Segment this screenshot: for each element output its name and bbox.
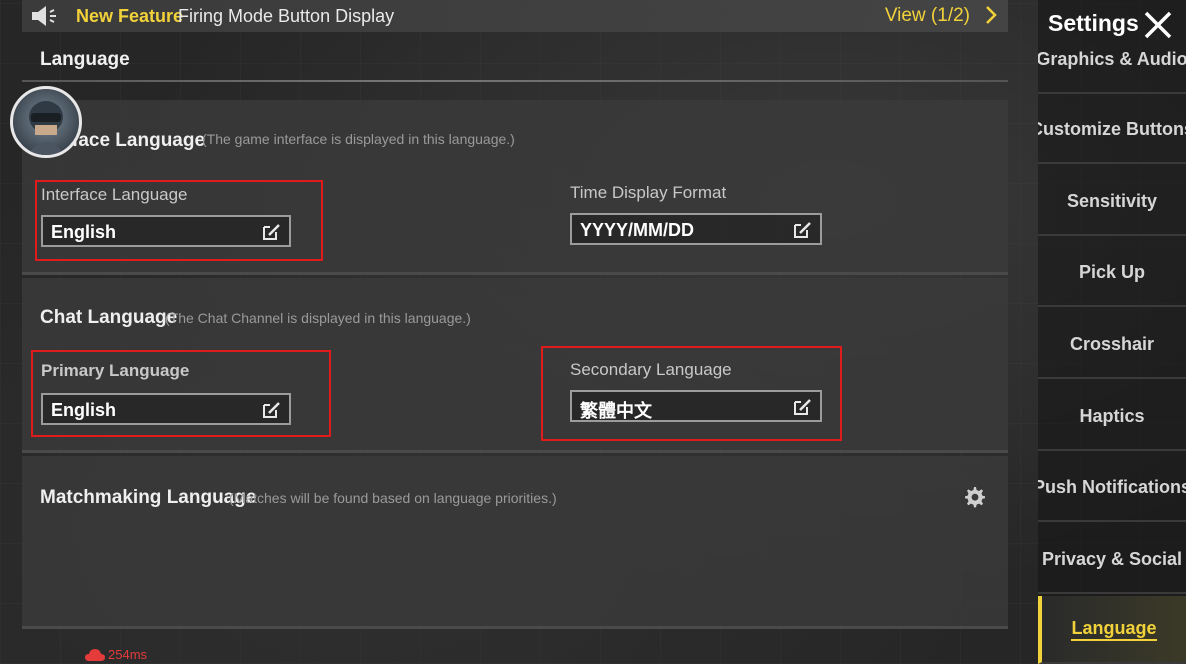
time-format-label: Time Display Format	[570, 183, 727, 202]
ping-value: 254ms	[108, 647, 148, 662]
gear-icon[interactable]	[962, 485, 986, 509]
sidebar-item-pick-up[interactable]: Pick Up	[1038, 239, 1186, 307]
feature-banner[interactable]: New Feature Firing Mode Button Display V…	[22, 0, 1008, 32]
view-link[interactable]: View (1/2)	[885, 5, 970, 27]
page-title: Language	[40, 49, 130, 70]
sidebar-item-label: Pick Up	[1078, 261, 1146, 282]
sidebar-item-label: Haptics	[1079, 405, 1145, 426]
matchmaking-language-section	[22, 456, 1008, 626]
sidebar-item-language[interactable]: Language	[1038, 596, 1186, 664]
chat-section-hint: (The Chat Channel is displayed in this l…	[165, 310, 471, 326]
section-divider	[22, 626, 1008, 629]
edit-icon[interactable]	[792, 220, 812, 240]
sidebar-item-label: Sensitivity	[1066, 190, 1158, 211]
sidebar-item-privacy-social[interactable]: Privacy & Social	[1038, 526, 1186, 594]
sidebar-item-label: Crosshair	[1069, 333, 1155, 354]
sidebar-item-graphics-audio[interactable]: Graphics & Audio	[1038, 26, 1186, 94]
avatar[interactable]	[10, 86, 82, 158]
matchmaking-section-hint: (Matches will be found based on language…	[229, 490, 557, 506]
highlight-box-secondary	[541, 346, 842, 441]
speaker-icon	[32, 6, 56, 26]
feature-text: Firing Mode Button Display	[178, 6, 395, 26]
sidebar-item-crosshair[interactable]: Crosshair	[1038, 311, 1186, 379]
sidebar-item-label: Language	[1071, 618, 1157, 641]
matchmaking-section-title: Matchmaking Language	[40, 487, 257, 508]
interface-section-title: face Language	[72, 130, 206, 151]
sidebar-item-customize-buttons[interactable]: Customize Buttons	[1038, 96, 1186, 164]
chat-section-title: Chat Language	[40, 307, 178, 328]
highlight-box-interface	[35, 180, 323, 261]
sidebar-item-sensitivity[interactable]: Sensitivity	[1038, 168, 1186, 236]
section-divider	[22, 272, 1008, 275]
cloud-icon	[85, 648, 105, 661]
section-divider	[22, 450, 1008, 453]
sidebar-item-push-notifications[interactable]: Push Notifications	[1038, 454, 1186, 522]
sidebar-item-label: Privacy & Social	[1041, 548, 1183, 569]
chevron-right-icon[interactable]	[984, 5, 998, 25]
ping-indicator: 254ms	[84, 647, 147, 662]
highlight-box-primary	[31, 350, 331, 437]
time-format-value: YYYY/MM/DD	[580, 220, 695, 240]
sidebar-item-label: Customize Buttons	[1038, 118, 1186, 139]
helmet-icon	[27, 101, 65, 155]
sidebar-item-label: Push Notifications	[1038, 476, 1186, 497]
interface-section-hint: (The game interface is displayed in this…	[202, 131, 515, 147]
time-format-field[interactable]: YYYY/MM/DD	[570, 213, 822, 245]
title-divider	[22, 80, 1008, 82]
new-feature-label: New Feature	[76, 6, 184, 26]
sidebar-item-label: Graphics & Audio	[1038, 49, 1186, 69]
sidebar-item-haptics[interactable]: Haptics	[1038, 383, 1186, 451]
